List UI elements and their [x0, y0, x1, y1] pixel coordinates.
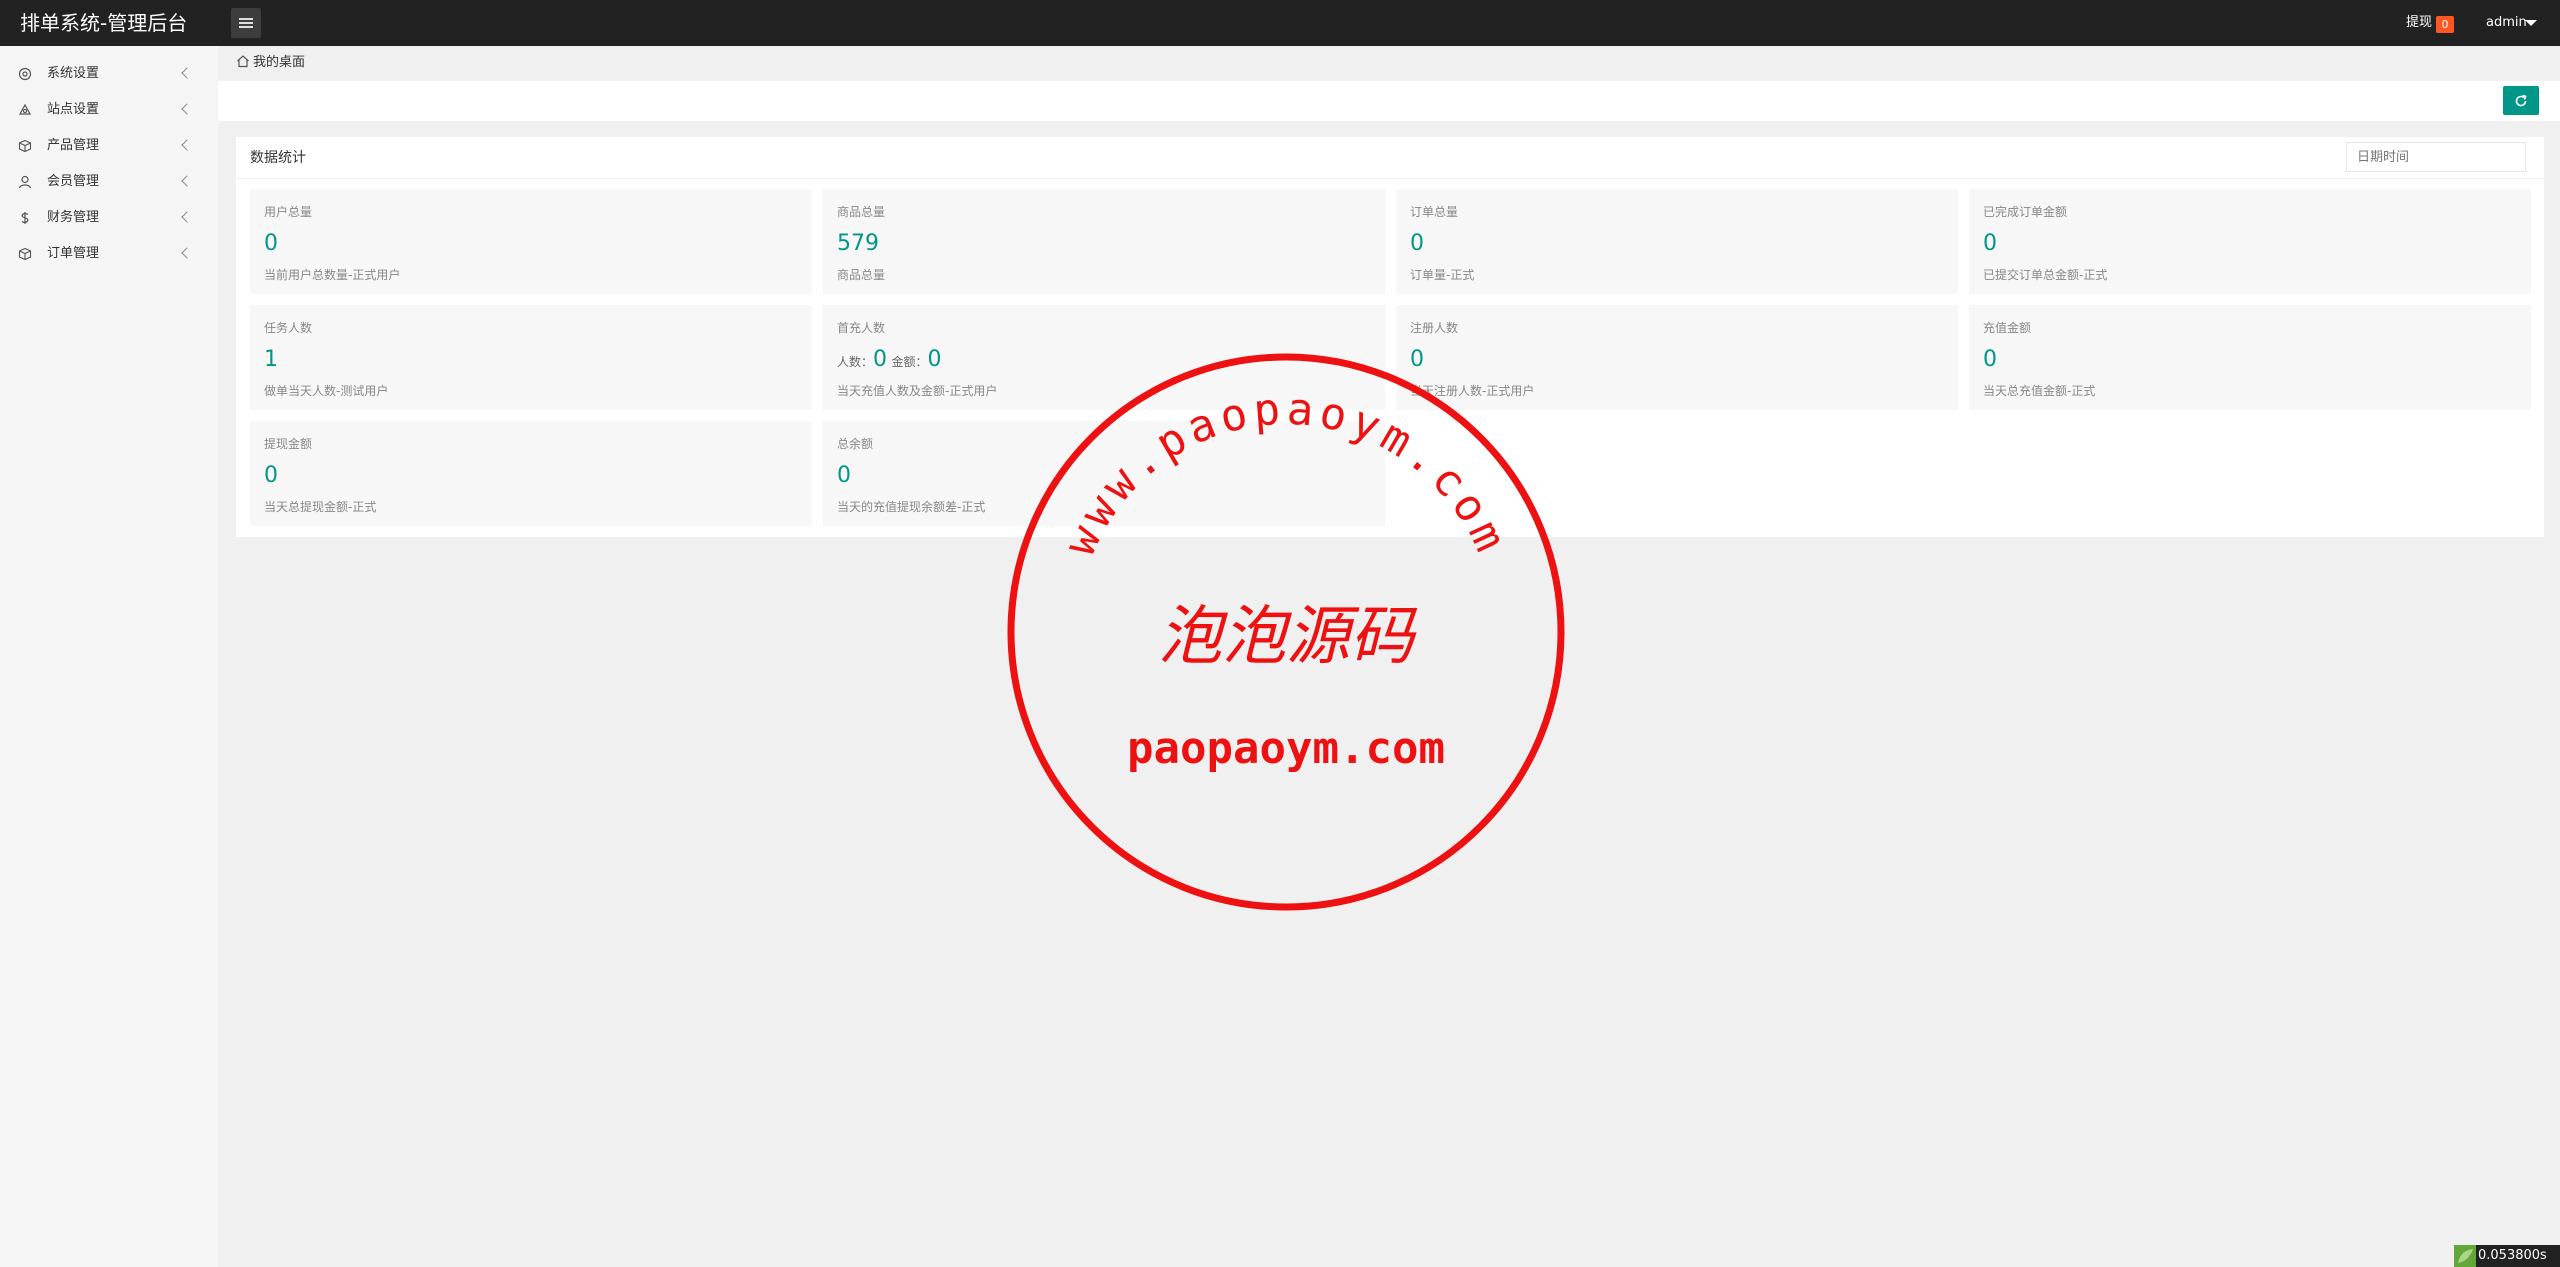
- stat-value: 0: [264, 231, 278, 256]
- stat-card-completed-amount: 已完成订单金额 0 已提交订单总金额-正式: [1969, 189, 2531, 294]
- date-time-input[interactable]: [2346, 142, 2526, 172]
- stat-description: 当前用户总数量-正式用户: [264, 268, 401, 282]
- stat-value: 579: [837, 231, 879, 256]
- amount-value: 0: [927, 347, 942, 372]
- leaf-logo-icon: [2454, 1245, 2476, 1267]
- chevron-left-icon: [181, 67, 193, 79]
- chevron-left-icon: [181, 139, 193, 151]
- sidebar-item-system-settings[interactable]: 系统设置: [0, 56, 218, 92]
- toolbar: [218, 81, 2560, 121]
- user-icon: [18, 175, 32, 189]
- chevron-left-icon: [181, 247, 193, 259]
- order-icon: [18, 247, 32, 261]
- brand-title: 排单系统-管理后台: [20, 11, 188, 35]
- page-timer: 0.053800s: [2454, 1245, 2560, 1267]
- stat-description: 做单当天人数-测试用户: [264, 384, 389, 398]
- sidebar-item-products[interactable]: 产品管理: [0, 128, 218, 164]
- stat-title: 充值金额: [1983, 321, 2032, 335]
- stat-card-registrations: 注册人数 0 当天注册人数-正式用户: [1396, 305, 1958, 410]
- stat-title: 首充人数: [837, 321, 886, 335]
- timer-value: 0.053800s: [2478, 1248, 2547, 1263]
- sidebar-item-site-settings[interactable]: 站点设置: [0, 92, 218, 128]
- menu-toggle-button[interactable]: [231, 8, 261, 38]
- stat-description: 当天的充值提现余额差-正式: [837, 500, 986, 514]
- stat-title: 用户总量: [264, 205, 313, 219]
- stat-description: 当天总提现金额-正式: [264, 500, 377, 514]
- breadcrumb-item-desktop[interactable]: 我的桌面: [253, 47, 305, 79]
- panel-header: 数据统计: [236, 137, 2544, 179]
- stat-value: 1: [264, 347, 278, 372]
- chevron-left-icon: [181, 103, 193, 115]
- chevron-left-icon: [181, 211, 193, 223]
- stat-description: 当天总充值金额-正式: [1983, 384, 2096, 398]
- stat-value: 0: [1410, 347, 1424, 372]
- sidebar: 系统设置 站点设置 产品管理 会员管理 财务管理 订单管理: [0, 46, 218, 1267]
- sidebar-item-label: 系统设置: [47, 66, 100, 81]
- stat-value: 0: [1983, 231, 1997, 256]
- caret-down-icon[interactable]: [2525, 20, 2537, 26]
- stat-card-total-balance: 总余额 0 当天的充值提现余额差-正式: [823, 421, 1385, 526]
- amount-label: 金额：: [891, 355, 928, 369]
- stat-card-task-users: 任务人数 1 做单当天人数-测试用户: [250, 305, 812, 410]
- box-icon: [18, 139, 32, 153]
- stat-title: 提现金额: [264, 437, 313, 451]
- withdraw-badge: 0: [2436, 16, 2454, 33]
- site-icon: [18, 103, 32, 115]
- sidebar-item-label: 站点设置: [47, 102, 100, 117]
- sidebar-item-members[interactable]: 会员管理: [0, 164, 218, 200]
- withdraw-link[interactable]: 提现: [2406, 0, 2432, 46]
- stat-value: 0: [837, 463, 851, 488]
- stats-panel: 数据统计 用户总量 0 当前用户总数量-正式用户 商品总量 579 商品总量 订…: [236, 137, 2544, 537]
- stat-description: 当天充值人数及金额-正式用户: [837, 384, 998, 398]
- stat-card-withdraw-amount: 提现金额 0 当天总提现金额-正式: [250, 421, 812, 526]
- stat-value: 0: [264, 463, 278, 488]
- breadcrumb: [218, 46, 2560, 80]
- count-value: 0: [873, 347, 888, 372]
- stat-card-recharge-amount: 充值金额 0 当天总充值金额-正式: [1969, 305, 2531, 410]
- stat-value: 0: [1983, 347, 1997, 372]
- refresh-icon: [2515, 94, 2527, 106]
- stat-card-total-products: 商品总量 579 商品总量: [823, 189, 1385, 294]
- user-menu[interactable]: admin: [2486, 0, 2527, 46]
- home-icon[interactable]: [236, 54, 250, 68]
- stat-card-total-orders: 订单总量 0 订单量-正式: [1396, 189, 1958, 294]
- stat-value: 0: [1410, 231, 1424, 256]
- sidebar-item-orders[interactable]: 订单管理: [0, 236, 218, 272]
- stat-title: 已完成订单金额: [1983, 205, 2068, 219]
- stat-value-group: 人数：0 金额：0: [837, 347, 941, 372]
- stat-title: 任务人数: [264, 321, 313, 335]
- count-label: 人数：: [837, 355, 874, 369]
- stat-card-total-users: 用户总量 0 当前用户总数量-正式用户: [250, 189, 812, 294]
- stat-description: 当天注册人数-正式用户: [1410, 384, 1535, 398]
- hamburger-icon: [239, 18, 253, 28]
- top-bar: 排单系统-管理后台 提现 0 admin: [0, 0, 2560, 46]
- stat-card-first-recharge: 首充人数 人数：0 金额：0 当天充值人数及金额-正式用户: [823, 305, 1385, 410]
- gear-icon: [18, 67, 32, 81]
- sidebar-item-label: 产品管理: [47, 138, 100, 153]
- stat-title: 订单总量: [1410, 205, 1459, 219]
- watermark-bottom-text: paopaoym.com: [1127, 723, 1445, 774]
- panel-title: 数据统计: [250, 150, 306, 166]
- stat-title: 总余额: [837, 437, 874, 451]
- stat-title: 商品总量: [837, 205, 886, 219]
- chevron-left-icon: [181, 175, 193, 187]
- sidebar-item-label: 订单管理: [47, 246, 100, 261]
- stat-title: 注册人数: [1410, 321, 1459, 335]
- stat-description: 已提交订单总金额-正式: [1983, 268, 2108, 282]
- refresh-button[interactable]: [2503, 86, 2539, 115]
- stat-description: 订单量-正式: [1410, 268, 1475, 282]
- sidebar-item-label: 会员管理: [47, 174, 100, 189]
- dollar-icon: [21, 212, 29, 224]
- stat-description: 商品总量: [837, 268, 886, 282]
- sidebar-item-finance[interactable]: 财务管理: [0, 200, 218, 236]
- sidebar-item-label: 财务管理: [47, 210, 100, 225]
- watermark-center-text: 泡泡源码: [1158, 600, 1418, 674]
